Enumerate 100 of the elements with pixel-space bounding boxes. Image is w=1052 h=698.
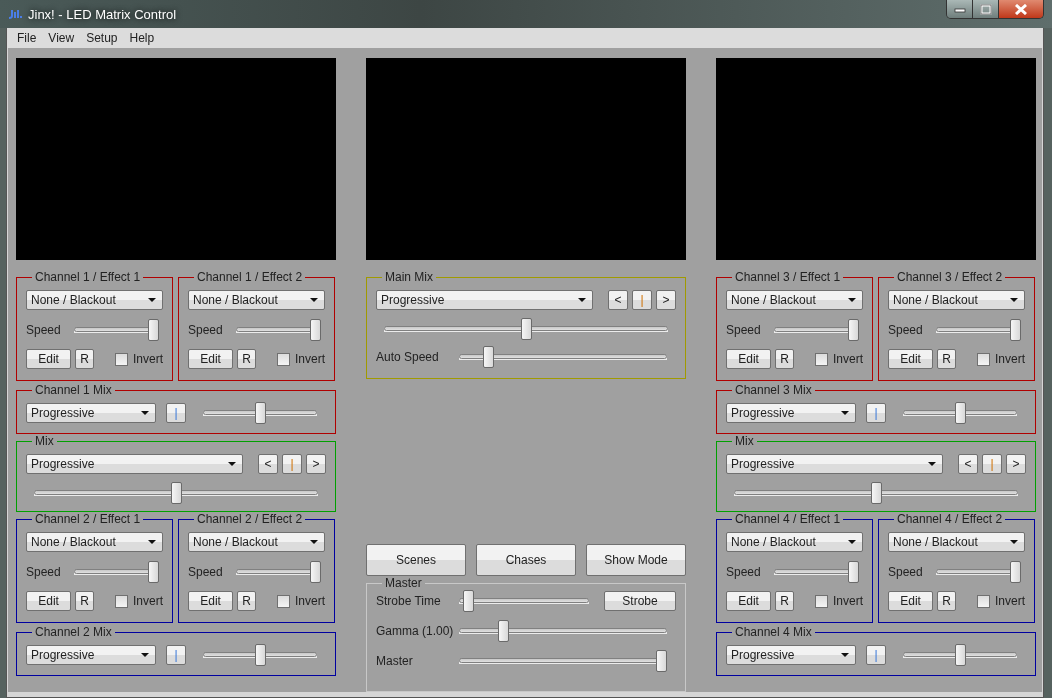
caret-icon bbox=[148, 540, 156, 544]
minimize-button[interactable] bbox=[947, 0, 973, 18]
edit-button[interactable]: Edit bbox=[26, 591, 72, 611]
dropdown[interactable]: None / Blackout bbox=[188, 532, 325, 552]
slider-thumb[interactable] bbox=[1010, 561, 1021, 583]
slider-thumb[interactable] bbox=[482, 346, 494, 368]
edit-button[interactable]: Edit bbox=[726, 591, 772, 611]
caret-icon bbox=[310, 298, 318, 302]
reset-button[interactable]: R bbox=[775, 349, 794, 369]
auto-speed-label: Auto Speed bbox=[376, 349, 440, 366]
edit-button[interactable]: Edit bbox=[888, 349, 934, 369]
slider-thumb[interactable] bbox=[310, 561, 321, 583]
slider-label: Master bbox=[376, 653, 414, 670]
reset-button[interactable]: R bbox=[237, 349, 256, 369]
slider-thumb[interactable] bbox=[498, 620, 510, 642]
group-title: Channel 1 Mix bbox=[34, 383, 113, 397]
next-button[interactable]: > bbox=[1006, 454, 1026, 474]
dropdown[interactable]: None / Blackout bbox=[188, 290, 325, 310]
invert-checkbox[interactable] bbox=[277, 352, 290, 366]
dropdown[interactable]: None / Blackout bbox=[26, 532, 163, 552]
group-title: Channel 4 Mix bbox=[734, 625, 813, 639]
edit-button[interactable]: Edit bbox=[188, 591, 234, 611]
slider-thumb[interactable] bbox=[254, 644, 266, 666]
dropdown[interactable]: Progressive bbox=[376, 290, 593, 310]
slider-thumb[interactable] bbox=[954, 644, 966, 666]
slider-thumb[interactable] bbox=[954, 402, 966, 424]
slider-thumb[interactable] bbox=[170, 482, 182, 504]
reset-button[interactable]: R bbox=[937, 591, 956, 611]
close-icon bbox=[1014, 3, 1028, 15]
slider-thumb[interactable] bbox=[148, 319, 159, 341]
menu-item[interactable]: File bbox=[11, 27, 43, 49]
caret-icon bbox=[841, 411, 849, 415]
reset-button[interactable]: R bbox=[75, 349, 94, 369]
slider-label: Strobe Time bbox=[376, 593, 442, 610]
dropdown[interactable]: Progressive bbox=[726, 454, 943, 474]
invert-checkbox[interactable] bbox=[115, 594, 128, 608]
dropdown[interactable]: None / Blackout bbox=[726, 290, 863, 310]
slider-thumb[interactable] bbox=[520, 318, 532, 340]
invert-checkbox[interactable] bbox=[815, 594, 828, 608]
next-button[interactable]: > bbox=[656, 290, 676, 310]
slider-thumb[interactable] bbox=[148, 561, 159, 583]
checkbox-label: Invert bbox=[295, 351, 325, 368]
maximize-button[interactable] bbox=[973, 0, 999, 18]
next-button[interactable]: > bbox=[306, 454, 326, 474]
invert-checkbox[interactable] bbox=[815, 352, 828, 366]
menu-item[interactable]: View bbox=[42, 27, 81, 49]
reset-button[interactable]: R bbox=[75, 591, 94, 611]
speed-label: Speed bbox=[188, 564, 224, 581]
invert-checkbox[interactable] bbox=[977, 352, 990, 366]
speed-label: Speed bbox=[188, 322, 224, 339]
caret-icon bbox=[928, 462, 936, 466]
invert-checkbox[interactable] bbox=[977, 594, 990, 608]
edit-button[interactable]: Edit bbox=[888, 591, 934, 611]
invert-checkbox[interactable] bbox=[115, 352, 128, 366]
menu-item[interactable]: Setup bbox=[80, 27, 124, 49]
edit-button[interactable]: Edit bbox=[26, 349, 72, 369]
edit-button[interactable]: Edit bbox=[188, 349, 234, 369]
close-button[interactable] bbox=[999, 0, 1043, 18]
checkbox-label: Invert bbox=[995, 351, 1025, 368]
dropdown[interactable]: None / Blackout bbox=[26, 290, 163, 310]
group-title: Channel 4 / Effect 2 bbox=[896, 512, 1004, 526]
mode-button[interactable]: Show Mode bbox=[586, 544, 686, 576]
slider-thumb[interactable] bbox=[462, 590, 474, 612]
dropdown[interactable]: None / Blackout bbox=[726, 532, 863, 552]
slider-thumb[interactable] bbox=[1010, 319, 1021, 341]
strobe-button[interactable]: Strobe bbox=[604, 591, 676, 611]
dropdown[interactable]: None / Blackout bbox=[888, 290, 1025, 310]
speed-label: Speed bbox=[888, 322, 924, 339]
checkbox-label: Invert bbox=[295, 593, 325, 610]
group-title: Channel 4 / Effect 1 bbox=[734, 512, 842, 526]
slider-thumb[interactable] bbox=[656, 650, 667, 672]
caret-icon bbox=[141, 411, 149, 415]
dropdown[interactable]: Progressive bbox=[726, 645, 856, 665]
menu-item[interactable]: Help bbox=[123, 27, 161, 49]
mode-button[interactable]: Chases bbox=[476, 544, 576, 576]
group-title: Mix bbox=[734, 434, 755, 448]
reset-button[interactable]: R bbox=[937, 349, 956, 369]
invert-checkbox[interactable] bbox=[277, 594, 290, 608]
caret-icon bbox=[148, 298, 156, 302]
previous-button[interactable]: < bbox=[608, 290, 628, 310]
edit-button[interactable]: Edit bbox=[726, 349, 772, 369]
slider-thumb[interactable] bbox=[848, 319, 859, 341]
checkbox-label: Invert bbox=[833, 351, 863, 368]
reset-button[interactable]: R bbox=[775, 591, 794, 611]
dropdown[interactable]: None / Blackout bbox=[888, 532, 1025, 552]
slider-thumb[interactable] bbox=[870, 482, 882, 504]
slider-thumb[interactable] bbox=[848, 561, 859, 583]
mode-button[interactable]: Scenes bbox=[366, 544, 466, 576]
caret-icon bbox=[848, 540, 856, 544]
slider-thumb[interactable] bbox=[310, 319, 321, 341]
slider-thumb[interactable] bbox=[254, 402, 266, 424]
caret-icon bbox=[1010, 540, 1018, 544]
caret-icon bbox=[848, 298, 856, 302]
previous-button[interactable]: < bbox=[958, 454, 978, 474]
dropdown[interactable]: Progressive bbox=[26, 645, 156, 665]
dropdown[interactable]: Progressive bbox=[26, 454, 243, 474]
reset-button[interactable]: R bbox=[237, 591, 256, 611]
previous-button[interactable]: < bbox=[258, 454, 278, 474]
dropdown[interactable]: Progressive bbox=[726, 403, 856, 423]
dropdown[interactable]: Progressive bbox=[26, 403, 156, 423]
